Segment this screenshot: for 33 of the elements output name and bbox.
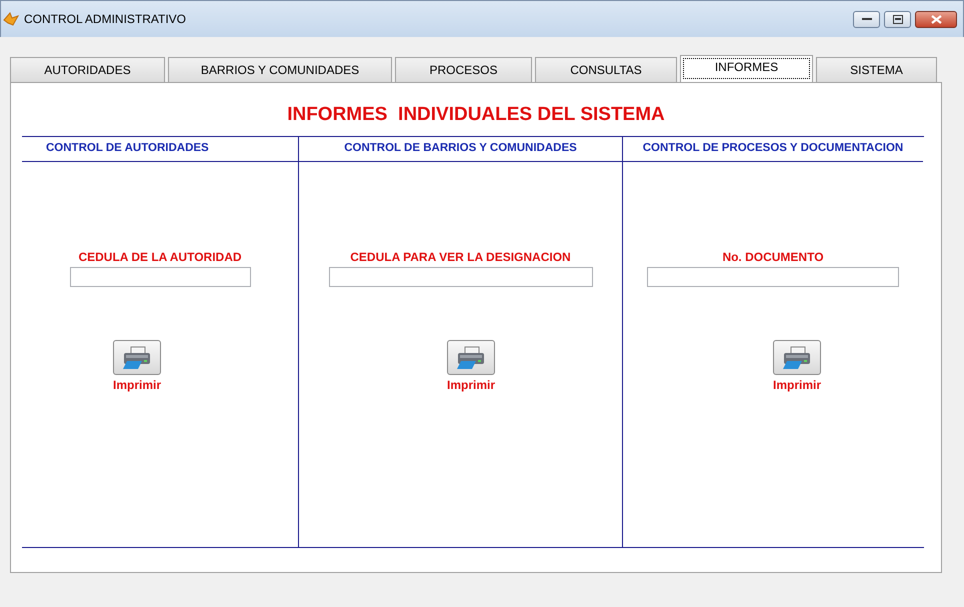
print-label: Imprimir <box>772 377 821 394</box>
field-label: No. DOCUMENTO <box>721 249 825 265</box>
field-label: CEDULA PARA VER LA DESIGNACION <box>349 249 572 265</box>
printer-icon <box>456 346 486 370</box>
print-button[interactable] <box>113 340 161 375</box>
input-field[interactable] <box>328 267 592 287</box>
printer-icon <box>782 346 812 370</box>
report-heading: INFORMES INDIVIDUALES DEL SISTEMA <box>286 104 666 127</box>
minimize-button[interactable] <box>853 10 880 28</box>
section-header: CONTROL DE PROCESOS Y DOCUMENTACION <box>623 137 923 162</box>
tab[interactable]: INFORMES <box>680 55 813 82</box>
print-label: Imprimir <box>112 377 161 394</box>
tab[interactable]: CONSULTAS <box>535 57 677 82</box>
input-field[interactable] <box>647 267 899 287</box>
close-icon <box>930 14 942 24</box>
print-button[interactable] <box>773 340 821 375</box>
section-header: CONTROL DE BARRIOS Y COMUNIDADES <box>299 137 622 162</box>
section-header: CONTROL DE AUTORIDADES <box>22 137 298 162</box>
field-label: CEDULA DE LA AUTORIDAD <box>77 249 243 265</box>
print-label: Imprimir <box>446 377 495 394</box>
tab[interactable]: BARRIOS Y COMUNIDADES <box>168 57 392 82</box>
tab[interactable]: SISTEMA <box>816 57 937 82</box>
maximize-button[interactable] <box>884 10 911 28</box>
maximize-icon <box>892 14 902 24</box>
tab[interactable]: AUTORIDADES <box>10 57 165 82</box>
tab[interactable]: PROCESOS <box>395 57 532 82</box>
printer-icon <box>122 346 152 370</box>
window-title: CONTROL ADMINISTRATIVO <box>24 11 186 28</box>
app-icon <box>3 11 19 27</box>
input-field[interactable] <box>70 267 250 287</box>
close-button[interactable] <box>915 10 957 28</box>
print-button[interactable] <box>447 340 495 375</box>
minimize-icon <box>862 17 872 21</box>
